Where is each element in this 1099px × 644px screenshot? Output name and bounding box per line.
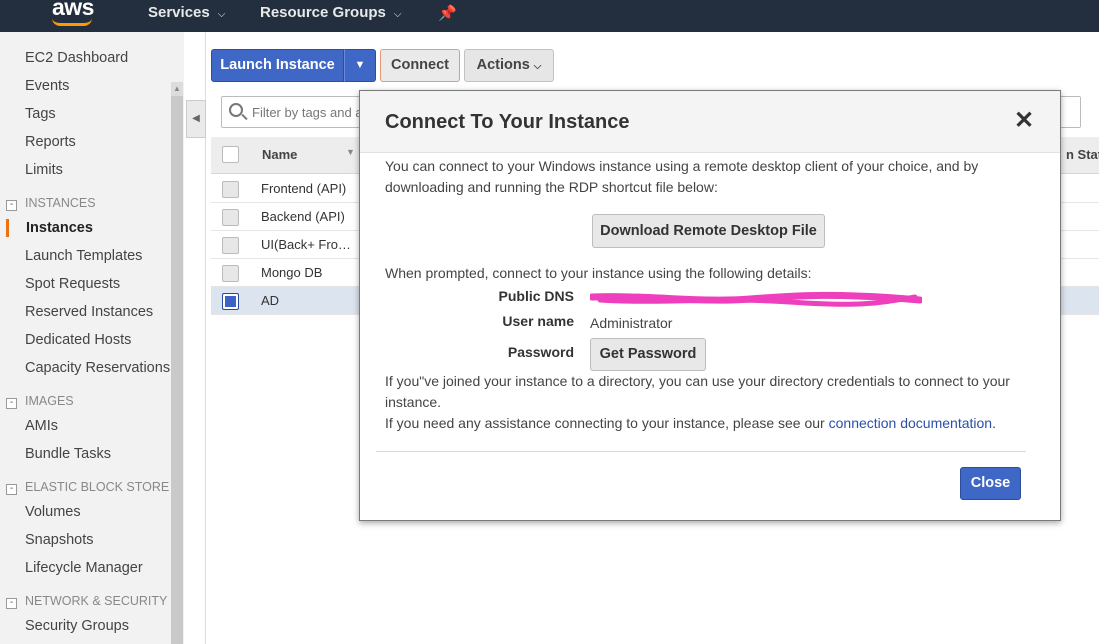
sidebar-section-ebs: ELASTIC BLOCK STORE — [25, 480, 170, 494]
chevron-left-icon: ◀ — [192, 113, 200, 124]
row-checkbox[interactable] — [222, 265, 239, 282]
row-checkbox[interactable] — [222, 181, 239, 198]
modal-intro-text: You can connect to your Windows instance… — [385, 158, 979, 195]
username-value: Administrator — [590, 315, 673, 331]
cell-name: Frontend (API) — [261, 181, 347, 196]
cell-name: AD — [261, 293, 280, 308]
sidebar-item-capacity-reservations[interactable]: Capacity Reservations — [25, 360, 170, 376]
get-password-button[interactable]: Get Password — [590, 338, 706, 371]
resource-groups-label: Resource Groups — [260, 4, 386, 21]
sidebar-item-tags[interactable]: Tags — [25, 106, 56, 122]
modal-title: Connect To Your Instance — [385, 111, 630, 133]
modal-header: Connect To Your Instance ✕ — [360, 91, 1060, 153]
sort-caret-icon[interactable]: ▼ — [346, 147, 355, 157]
collapse-toggle-icon[interactable]: - — [6, 200, 17, 211]
sidebar-section-images: IMAGES — [25, 394, 74, 408]
sidebar-item-launch-templates[interactable]: Launch Templates — [25, 248, 142, 264]
column-header-status[interactable]: n Statu — [1066, 147, 1099, 162]
aws-logo-smile-icon — [52, 18, 92, 26]
row-checkbox-checked[interactable] — [222, 293, 239, 310]
close-button[interactable]: Close — [960, 467, 1021, 500]
cell-name: UI(Back+ Fro… — [261, 237, 351, 252]
launch-instance-dropdown-button[interactable]: ▼ — [344, 49, 376, 82]
search-icon — [229, 103, 243, 117]
filter-placeholder: Filter by tags and a — [252, 105, 363, 120]
top-nav-bar: aws Services ⌵ Resource Groups ⌵ 📌 — [0, 0, 1099, 32]
services-label: Services — [148, 4, 210, 21]
sidebar-item-bundle-tasks[interactable]: Bundle Tasks — [25, 446, 111, 462]
sidebar-item-instances[interactable]: Instances — [26, 220, 93, 236]
assistance-label: If you need any assistance connecting to… — [385, 415, 829, 431]
sidebar-section-instances: INSTANCES — [25, 196, 96, 210]
sidebar-section-network-security: NETWORK & SECURITY — [25, 594, 168, 608]
launch-instance-button[interactable]: Launch Instance — [211, 49, 344, 82]
row-checkbox[interactable] — [222, 237, 239, 254]
connect-button[interactable]: Connect — [380, 49, 460, 82]
sidebar-item-dedicated-hosts[interactable]: Dedicated Hosts — [25, 332, 131, 348]
caret-down-icon: ▼ — [354, 59, 366, 71]
chevron-down-icon: ⌵ — [217, 9, 226, 20]
username-label: User name — [502, 313, 574, 329]
close-icon[interactable]: ✕ — [1014, 109, 1034, 133]
sidebar-item-spot-requests[interactable]: Spot Requests — [25, 276, 120, 292]
actions-label: Actions — [476, 57, 530, 73]
assistance-text: If you need any assistance connecting to… — [385, 413, 1045, 434]
sidebar-item-snapshots[interactable]: Snapshots — [25, 532, 94, 548]
prompt-text: When prompted, connect to your instance … — [385, 265, 812, 281]
row-checkbox[interactable] — [222, 209, 239, 226]
active-indicator — [6, 219, 9, 237]
sidebar-item-security-groups[interactable]: Security Groups — [25, 618, 129, 634]
collapse-toggle-icon[interactable]: - — [6, 398, 17, 409]
redaction-scribble — [590, 291, 922, 307]
select-all-checkbox[interactable] — [222, 146, 239, 163]
public-dns-label: Public DNS — [498, 288, 574, 304]
scroll-up-arrow-icon[interactable]: ▲ — [171, 82, 183, 96]
sidebar-item-limits[interactable]: Limits — [25, 162, 63, 178]
cell-name: Mongo DB — [261, 265, 323, 280]
sidebar-item-volumes[interactable]: Volumes — [25, 504, 81, 520]
sidebar-scrollbar[interactable] — [171, 82, 183, 644]
password-label: Password — [507, 344, 574, 360]
sidebar-item-ec2-dashboard[interactable]: EC2 Dashboard — [25, 50, 128, 66]
connect-instance-modal: Connect To Your Instance ✕ You can conne… — [359, 90, 1061, 521]
sidebar-item-reserved-instances[interactable]: Reserved Instances — [25, 304, 153, 320]
modal-divider — [376, 451, 1026, 452]
column-header-name[interactable]: Name — [262, 147, 297, 162]
chevron-down-icon: ⌵ — [393, 9, 402, 20]
actions-dropdown-button[interactable]: Actions ⌵ — [464, 49, 554, 82]
pin-icon[interactable]: 📌 — [438, 4, 457, 22]
collapse-toggle-icon[interactable]: - — [6, 598, 17, 609]
services-menu[interactable]: Services ⌵ — [148, 4, 225, 21]
directory-text: If you"ve joined your instance to a dire… — [385, 373, 1010, 410]
sidebar-item-reports[interactable]: Reports — [25, 134, 76, 150]
sidebar-item-lifecycle-manager[interactable]: Lifecycle Manager — [25, 560, 143, 576]
collapse-toggle-icon[interactable]: - — [6, 484, 17, 495]
cell-name: Backend (API) — [261, 209, 345, 224]
resource-groups-menu[interactable]: Resource Groups ⌵ — [260, 4, 401, 21]
sidebar-item-amis[interactable]: AMIs — [25, 418, 58, 434]
collapse-sidebar-button[interactable]: ◀ — [186, 100, 206, 138]
chevron-down-icon: ⌵ — [533, 61, 542, 72]
download-rdp-file-button[interactable]: Download Remote Desktop File — [592, 214, 825, 248]
sidebar-item-events[interactable]: Events — [25, 78, 69, 94]
connection-documentation-link[interactable]: connection documentation — [829, 415, 992, 431]
period: . — [992, 415, 996, 431]
